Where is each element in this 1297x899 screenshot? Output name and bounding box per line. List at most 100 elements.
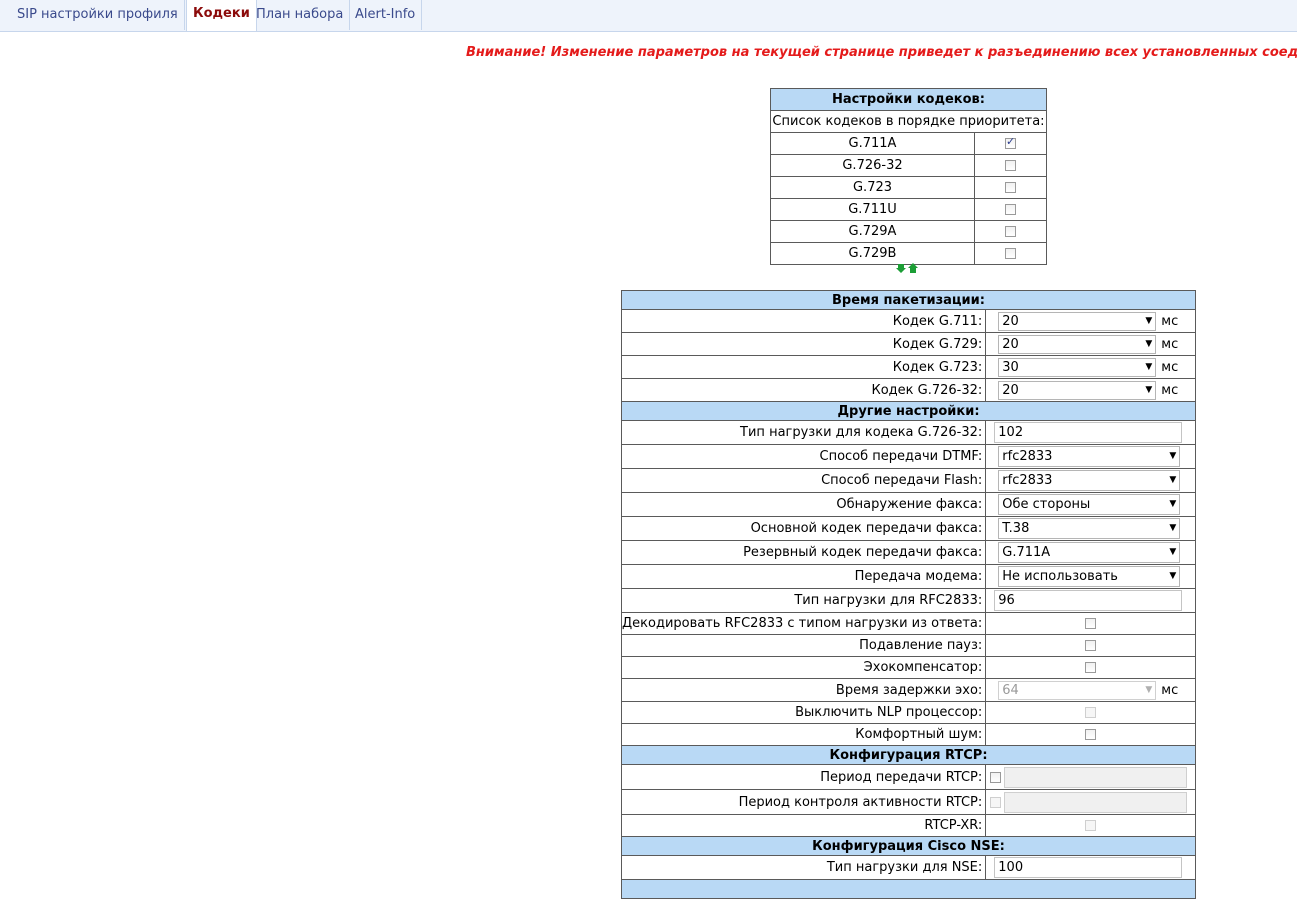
g726-ptime-label: Кодек G.726-32: [620,378,987,402]
chevron-down-icon: ▼ [1169,475,1177,485]
chevron-down-icon: ▼ [1169,523,1177,533]
g711-ptime-unit: мс [1161,313,1179,329]
g723-ptime-unit: мс [1161,359,1179,375]
g729-ptime-unit: мс [1161,336,1179,352]
g726-ptime-value: 20 [1002,382,1019,398]
dtmf-method-select[interactable]: rfc2833 ▼ [998,446,1181,467]
warning-message: Внимание! Изменение параметров на текуще… [466,45,1297,60]
other-settings-header: Другие настройки: [621,401,1196,421]
reorder-arrows-icon-svg [896,263,918,273]
chevron-down-icon: ▼ [1169,451,1177,461]
silence-suppression-checkbox[interactable] [1085,640,1097,651]
g723-ptime-value: 30 [1002,359,1019,375]
disable-nlp-label: Выключить NLP процессор: [620,701,987,724]
echo-delay-unit: мс [1161,682,1179,698]
codec-row[interactable]: G.723 [770,176,1047,199]
flash-method-select[interactable]: rfc2833 ▼ [998,470,1181,491]
modem-transfer-value: Не использовать [1002,569,1118,584]
disable-nlp-checkbox[interactable] [1085,707,1097,718]
settings-table: Время пакетизации: Кодек G.711: 20 ▼ мс Ко… [620,290,1196,899]
nse-payload-input[interactable]: 100 [994,857,1183,878]
echo-delay-value: 64 [1002,682,1019,698]
codec-row[interactable]: G.711U [770,198,1047,221]
silence-suppression-label: Подавление пауз: [620,634,987,657]
g726-ptime-select[interactable]: 20 ▼ [998,380,1157,400]
rtcp-xr-label: RTCP-XR: [620,814,987,837]
codec-name: G.711A [770,132,975,155]
fax-main-codec-label: Основной кодек передачи факса: [620,516,987,541]
rtcp-period-label: Период передачи RTCP: [620,764,987,790]
comfort-noise-label: Комфортный шум: [620,723,987,746]
fax-detect-select[interactable]: Обе стороны ▼ [998,494,1181,515]
fax-detect-value: Обе стороны [1002,497,1091,512]
modem-transfer-select[interactable]: Не использовать ▼ [998,566,1181,587]
codec-enable-checkbox[interactable] [1005,248,1016,259]
chevron-down-icon: ▼ [1169,499,1177,509]
reorder-arrows-icon[interactable] [896,262,920,274]
codec-name: G.711U [770,198,975,221]
decode-rfc2833-checkbox[interactable] [1085,618,1097,629]
codec-row[interactable]: G.729A [770,220,1047,243]
rfc2833-payload-input[interactable]: 96 [994,590,1183,611]
dtmf-method-value: rfc2833 [1002,449,1053,464]
codec-settings-table: Настройки кодеков: Список кодеков в поря… [770,88,1047,265]
flash-method-label: Способ передачи Flash: [620,468,987,493]
chevron-down-icon: ▼ [1145,684,1153,695]
fax-backup-codec-select[interactable]: G.711A ▼ [998,542,1181,563]
g723-ptime-select[interactable]: 30 ▼ [998,357,1157,377]
rfc2833-payload-label: Тип нагрузки для RFC2833: [620,588,987,613]
g729-ptime-label: Кодек G.729: [620,332,987,356]
codec-enable-checkbox[interactable] [1005,182,1016,193]
echo-canceller-checkbox[interactable] [1085,662,1097,673]
rtcp-period-checkbox[interactable] [990,771,1002,783]
next-section-header [621,879,1196,899]
g711-ptime-value: 20 [1002,313,1019,329]
fax-main-codec-select[interactable]: T.38 ▼ [998,518,1181,539]
rtcp-xr-checkbox[interactable] [1085,820,1097,831]
rtcp-config-header: Конфигурация RTCP: [621,745,1196,765]
nse-payload-label: Тип нагрузки для NSE: [620,855,987,880]
tab-sip-profile-settings[interactable]: SIP настройки профиля [11,0,185,30]
fax-backup-codec-value: G.711A [1002,545,1051,560]
dtmf-method-label: Способ передачи DTMF: [620,444,987,469]
g729-ptime-select[interactable]: 20 ▼ [998,334,1157,354]
codec-row[interactable]: G.711A [770,132,1047,155]
rtcp-period-input[interactable] [1004,766,1188,788]
tab-alert-info[interactable]: Alert-Info [349,0,423,30]
rtcp-control-period-label: Период контроля активности RTCP: [620,789,987,815]
g726-payload-input[interactable]: 102 [994,422,1183,443]
codec-priority-caption: Список кодеков в порядке приоритета: [770,110,1047,133]
chevron-down-icon: ▼ [1169,547,1177,557]
rtcp-control-period-input[interactable] [1004,791,1188,813]
modem-transfer-label: Передача модема: [620,564,987,589]
codec-row[interactable]: G.726-32 [770,154,1047,177]
rtcp-control-period-checkbox[interactable] [990,796,1002,808]
codec-name: G.729A [770,220,975,243]
g729-ptime-value: 20 [1002,336,1019,352]
codec-enable-checkbox[interactable] [1005,160,1016,171]
g726-ptime-unit: мс [1161,382,1179,398]
echo-delay-select[interactable]: 64 ▼ [998,680,1157,700]
codec-enable-checkbox[interactable] [1005,204,1016,215]
fax-main-codec-value: T.38 [1002,521,1030,536]
codec-name: G.726-32 [770,154,975,177]
g723-ptime-label: Кодек G.723: [620,355,987,379]
tab-dial-plan[interactable]: План набора [250,0,351,30]
packetization-header: Время пакетизации: [621,290,1196,310]
g726-payload-label: Тип нагрузки для кодека G.726-32: [620,420,987,445]
fax-detect-label: Обнаружение факса: [620,492,987,517]
flash-method-value: rfc2833 [1002,473,1053,488]
echo-canceller-label: Эхокомпенсатор: [620,656,987,679]
chevron-down-icon: ▼ [1145,315,1153,326]
chevron-down-icon: ▼ [1145,384,1153,395]
chevron-down-icon: ▼ [1145,361,1153,372]
echo-delay-label: Время задержки эхо: [620,678,987,702]
tab-codecs[interactable]: Кодеки [186,0,257,31]
codec-settings-header: Настройки кодеков: [770,88,1047,111]
comfort-noise-checkbox[interactable] [1085,729,1097,740]
codec-name: G.723 [770,176,975,199]
codec-enable-checkbox[interactable] [1005,226,1016,237]
decode-rfc2833-label: Декодировать RFC2833 с типом нагрузки из… [620,612,987,635]
g711-ptime-select[interactable]: 20 ▼ [998,311,1157,331]
codec-enable-checkbox[interactable] [1005,135,1016,149]
